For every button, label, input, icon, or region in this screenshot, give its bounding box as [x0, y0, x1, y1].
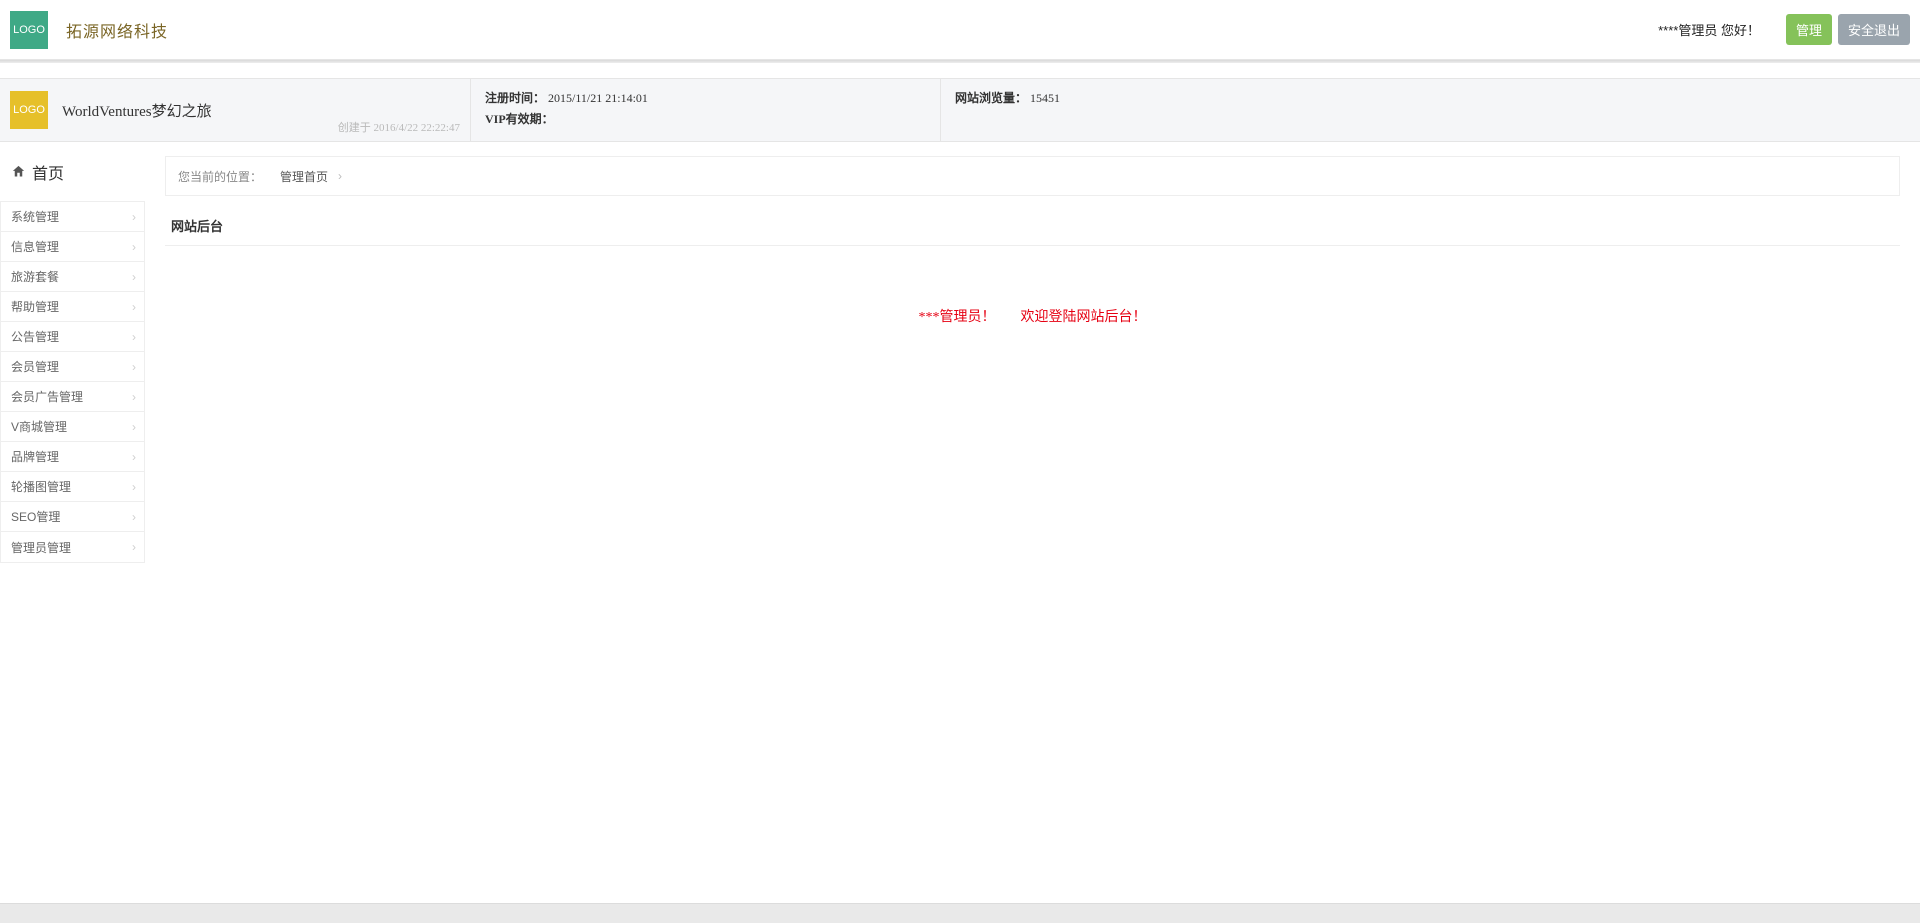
chevron-right-icon: › — [132, 510, 136, 524]
sidebar-item-info[interactable]: 信息管理 › — [1, 232, 144, 262]
sidebar-item-brand[interactable]: 品牌管理 › — [1, 442, 144, 472]
sidebar-item-travel[interactable]: 旅游套餐 › — [1, 262, 144, 292]
sub-mid: 注册时间： 2015/11/21 21:14:01 VIP有效期： — [470, 79, 940, 141]
created-label: 创建于 — [338, 122, 371, 134]
user-greeting: ****管理员 您好！ — [1658, 20, 1760, 39]
created-at: 创建于 2016/4/22 22:22:47 — [338, 119, 460, 135]
sidebar-item-memberad[interactable]: 会员广告管理 › — [1, 382, 144, 412]
sidebar-item-seo[interactable]: SEO管理 › — [1, 502, 144, 532]
company-name: 拓源网络科技 — [66, 18, 168, 42]
chevron-right-icon: › — [132, 330, 136, 344]
sidebar-item-label: SEO管理 — [11, 508, 60, 525]
sidebar-item-system[interactable]: 系统管理 › — [1, 202, 144, 232]
chevron-right-icon: › — [132, 300, 136, 314]
panel-title: 网站后台 — [165, 206, 1900, 246]
logout-button[interactable]: 安全退出 — [1838, 14, 1910, 45]
sidebar-item-help[interactable]: 帮助管理 › — [1, 292, 144, 322]
site-logo: LOGO — [10, 91, 48, 129]
sidebar-item-carousel[interactable]: 轮播图管理 › — [1, 472, 144, 502]
sidebar-item-label: 系统管理 — [11, 208, 59, 225]
sidebar: 首页 系统管理 › 信息管理 › 旅游套餐 › 帮助管理 › 公告管理 › — [0, 142, 145, 563]
sidebar-item-label: 帮助管理 — [11, 298, 59, 315]
main: 您当前的位置： 管理首页 › 网站后台 ***管理员！ 欢迎登陆网站后台！ — [145, 142, 1920, 563]
chevron-right-icon: › — [132, 270, 136, 284]
body: 首页 系统管理 › 信息管理 › 旅游套餐 › 帮助管理 › 公告管理 › — [0, 142, 1920, 563]
chevron-right-icon: › — [338, 169, 342, 183]
chevron-right-icon: › — [132, 450, 136, 464]
breadcrumb: 您当前的位置： 管理首页 › — [165, 156, 1900, 196]
sidebar-item-label: 公告管理 — [11, 328, 59, 345]
sidebar-item-member[interactable]: 会员管理 › — [1, 352, 144, 382]
sidebar-item-label: 会员管理 — [11, 358, 59, 375]
sidebar-item-label: 轮播图管理 — [11, 478, 71, 495]
sidebar-item-label: 旅游套餐 — [11, 268, 59, 285]
sub-left: LOGO WorldVentures梦幻之旅 创建于 2016/4/22 22:… — [0, 79, 470, 141]
chevron-right-icon: › — [132, 480, 136, 494]
top-header: LOGO 拓源网络科技 ****管理员 您好！ 管理 安全退出 — [0, 0, 1920, 60]
sidebar-item-label: 会员广告管理 — [11, 388, 83, 405]
footer-bar — [0, 903, 1920, 923]
manage-button[interactable]: 管理 — [1786, 14, 1832, 45]
chevron-right-icon: › — [132, 360, 136, 374]
chevron-right-icon: › — [132, 210, 136, 224]
sidebar-item-label: V商城管理 — [11, 418, 67, 435]
header-right: ****管理员 您好！ 管理 安全退出 — [1658, 14, 1910, 45]
breadcrumb-home-link[interactable]: 管理首页 — [280, 168, 328, 185]
register-time: 2015/11/21 21:14:01 — [548, 91, 648, 105]
breadcrumb-label: 您当前的位置： — [178, 168, 262, 185]
views-label: 网站浏览量： — [955, 91, 1027, 105]
sidebar-item-admin[interactable]: 管理员管理 › — [1, 532, 144, 562]
sidebar-item-vshop[interactable]: V商城管理 › — [1, 412, 144, 442]
sidebar-item-label: 管理员管理 — [11, 539, 71, 556]
company-logo: LOGO — [10, 11, 48, 49]
views-value: 15451 — [1030, 91, 1060, 105]
sidebar-home-label: 首页 — [32, 160, 64, 184]
register-label: 注册时间： — [485, 91, 545, 105]
sidebar-menu: 系统管理 › 信息管理 › 旅游套餐 › 帮助管理 › 公告管理 › 会员管理 … — [0, 202, 145, 563]
sidebar-item-notice[interactable]: 公告管理 › — [1, 322, 144, 352]
welcome-part1: ***管理员！ — [919, 310, 996, 325]
site-name: WorldVentures梦幻之旅 — [62, 100, 212, 121]
welcome-part2: 欢迎登陆网站后台！ — [1021, 310, 1147, 325]
header-gap — [0, 63, 1920, 78]
created-time: 2016/4/22 22:22:47 — [374, 122, 460, 134]
chevron-right-icon: › — [132, 420, 136, 434]
chevron-right-icon: › — [132, 540, 136, 554]
sidebar-item-label: 品牌管理 — [11, 448, 59, 465]
welcome-message: ***管理员！ 欢迎登陆网站后台！ — [165, 306, 1900, 326]
vip-label: VIP有效期： — [485, 112, 554, 126]
home-icon — [10, 164, 26, 180]
sub-right: 网站浏览量： 15451 — [940, 79, 1920, 141]
chevron-right-icon: › — [132, 390, 136, 404]
sidebar-home[interactable]: 首页 — [0, 142, 145, 202]
sidebar-item-label: 信息管理 — [11, 238, 59, 255]
sub-header: LOGO WorldVentures梦幻之旅 创建于 2016/4/22 22:… — [0, 78, 1920, 142]
chevron-right-icon: › — [132, 240, 136, 254]
